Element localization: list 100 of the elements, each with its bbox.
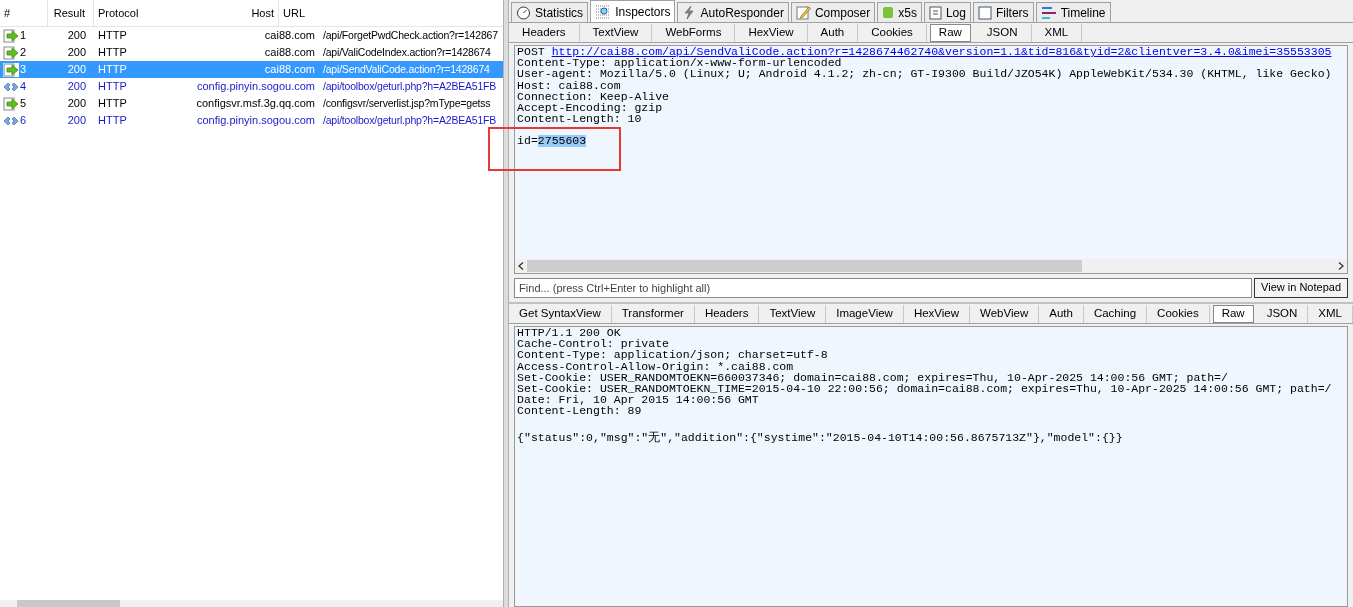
table-cell-text: 200: [66, 28, 87, 44]
tab[interactable]: Raw: [1212, 304, 1254, 323]
tab[interactable]: WebView: [970, 304, 1040, 323]
column-header[interactable]: Result: [48, 0, 94, 26]
column-header[interactable]: Protocol: [94, 0, 154, 26]
tab[interactable]: ImageView: [826, 304, 904, 323]
document-arrow-icon: [3, 96, 19, 111]
tab[interactable]: Cookies: [1147, 304, 1210, 323]
tab[interactable]: Inspectors: [590, 0, 676, 22]
table-cell-text: HTTP: [97, 45, 128, 61]
session-number: 5: [20, 96, 27, 112]
horizontal-scrollbar[interactable]: [0, 600, 504, 607]
table-cell-text: HTTP: [97, 96, 128, 112]
session-row[interactable]: 5 200 HTTP configsvr.msf.3g.qq.com /configsvr/serverlist.jsp?mType=getss: [0, 95, 504, 112]
pencil-paper-icon: [795, 5, 811, 20]
table-cell-text: /api/ValiCodeIndex.action?r=1428674: [322, 44, 491, 60]
view-in-notepad-button[interactable]: View in Notepad: [1254, 277, 1348, 298]
body-text: id=: [517, 135, 538, 147]
tab[interactable]: TextView: [579, 23, 653, 42]
session-number: 2: [20, 45, 27, 61]
session-number: 3: [20, 62, 27, 78]
table-cell-text: HTTP: [97, 28, 128, 44]
list-icon: [928, 5, 942, 20]
tab[interactable]: WebForms: [652, 23, 736, 42]
document-arrow-icon: [3, 28, 19, 43]
session-row[interactable]: 6 200 HTTP config.pinyin.sogou.com /api/toolbox/geturl.php?h=A2BEA51FB: [0, 112, 504, 129]
column-header[interactable]: URL: [279, 0, 504, 26]
scrollbar-thumb[interactable]: [17, 600, 120, 607]
tab[interactable]: XML: [1308, 304, 1353, 323]
scrollbar-thumb[interactable]: [527, 260, 1083, 272]
tab[interactable]: Statistics: [511, 2, 589, 22]
tab[interactable]: HexView: [735, 23, 808, 42]
url-link[interactable]: http://cai88.com/api/SendValiCode.action?r=1428674462740&version=1.1&tid=816&tyid=2&clientver=3.4.0&imei=35553305: [551, 46, 1332, 58]
table-cell-text: config.pinyin.sogou.com: [196, 113, 316, 129]
tab[interactable]: Raw: [929, 23, 971, 42]
column-header[interactable]: Host: [154, 0, 279, 26]
table-cell-text: HTTP: [97, 62, 128, 78]
tab[interactable]: Composer: [790, 2, 876, 22]
header-line: HTTP/1.1 200 OK: [516, 327, 622, 339]
tab[interactable]: Headers: [694, 304, 760, 323]
header-line: Content-Type: application/json; charset=utf-8: [516, 349, 829, 361]
session-row[interactable]: 1 200 HTTP cai88.com /api/ForgetPwdCheck.action?r=142867: [0, 27, 504, 44]
tab[interactable]: x5s: [877, 2, 922, 22]
table-cell-text: cai88.com: [263, 45, 316, 61]
header-line: Access-Control-Allow-Origin: *.cai88.com: [516, 360, 795, 372]
tab[interactable]: Headers: [509, 23, 580, 42]
session-row[interactable]: 4 200 HTTP config.pinyin.sogou.com /api/toolbox/geturl.php?h=A2BEA51FB: [0, 78, 504, 95]
table-cell-text: /api/ForgetPwdCheck.action?r=142867: [322, 27, 498, 43]
table-cell-text: HTTP: [97, 79, 128, 95]
scroll-right-icon[interactable]: [1338, 262, 1344, 270]
tab[interactable]: AutoResponder: [677, 2, 789, 22]
header-line: User-agent: Mozilla/5.0 (Linux; U; Android 4.1.2; zh-cn; GT-I9300 Build/JZO54K) AppleWebKit/534.30 (KHTML, like Gecko): [516, 68, 1333, 80]
header-line: Content-Length: 10: [516, 113, 642, 125]
table-cell-text: cai88.com: [263, 28, 316, 44]
tab[interactable]: XML: [1031, 23, 1083, 42]
square-icon: [882, 6, 895, 19]
diamond-arrows-icon: [3, 114, 19, 127]
tab[interactable]: JSON: [973, 23, 1032, 42]
table-cell-text: HTTP: [97, 113, 128, 129]
tab[interactable]: JSON: [1256, 304, 1309, 323]
table-cell-text: config.pinyin.sogou.com: [196, 79, 316, 95]
column-header[interactable]: #: [0, 0, 48, 26]
tab[interactable]: Auth: [807, 23, 859, 42]
scroll-left-icon[interactable]: [518, 262, 525, 270]
table-cell-text: 200: [66, 96, 87, 112]
tab[interactable]: Log: [923, 2, 971, 22]
tab[interactable]: Timeline: [1035, 2, 1111, 22]
table-cell-text: 200: [66, 79, 87, 95]
diamond-arrows-icon: [3, 80, 19, 93]
header-line: Cache-Control: private: [516, 338, 669, 350]
tab[interactable]: TextView: [759, 304, 827, 323]
timeline-icon: [1040, 5, 1057, 20]
tab[interactable]: Caching: [1083, 304, 1148, 323]
selected-text: 2755603: [537, 135, 587, 147]
horizontal-scrollbar[interactable]: [515, 259, 1347, 273]
tab[interactable]: Transformer: [611, 304, 695, 323]
magnifier-grid-icon: [595, 4, 612, 19]
document-arrow-icon: [3, 45, 19, 60]
header-line: Content-Type: application/x-www-form-urlencoded: [516, 57, 842, 69]
splitter[interactable]: [503, 0, 510, 607]
table-cell-text: 200: [66, 45, 87, 61]
document-arrow-icon: [3, 62, 19, 77]
stopwatch-icon: [516, 5, 532, 20]
tab[interactable]: Cookies: [858, 23, 927, 42]
tab[interactable]: Get SyntaxView: [509, 304, 612, 323]
table-cell-text: cai88.com: [263, 62, 316, 78]
header-line: Connection: Keep-Alive: [516, 90, 670, 102]
table-cell-text: 200: [66, 113, 87, 129]
header-line: Set-Cookie: USER_RANDOMTOEKN_TIME=2015-04-10 22:00:56; domain=cai88.com; expires=Thu, 10-Apr-2025 14:00:56 GMT; path=/: [516, 383, 1333, 395]
tab[interactable]: HexView: [903, 304, 971, 323]
tab[interactable]: Auth: [1039, 304, 1084, 323]
session-row[interactable]: 2 200 HTTP cai88.com /api/ValiCodeIndex.action?r=1428674: [0, 44, 504, 61]
find-field[interactable]: Find... (press Ctrl+Enter to highlight all): [514, 277, 1253, 298]
table-cell-text: 200: [66, 62, 87, 78]
table-cell-text: configsvr.msf.3g.qq.com: [195, 96, 316, 112]
tab[interactable]: Filters: [972, 2, 1034, 22]
method-text: POST: [517, 46, 546, 58]
header-line: Set-Cookie: USER_RANDOMTOEKN=660037346; domain=cai88.com; expires=Thu, 10-Apr-2025 14:00:56 GMT; path=/: [516, 371, 1229, 383]
table-cell-text: /api/toolbox/geturl.php?h=A2BEA51FB: [322, 112, 497, 128]
session-number: 6: [20, 113, 27, 129]
